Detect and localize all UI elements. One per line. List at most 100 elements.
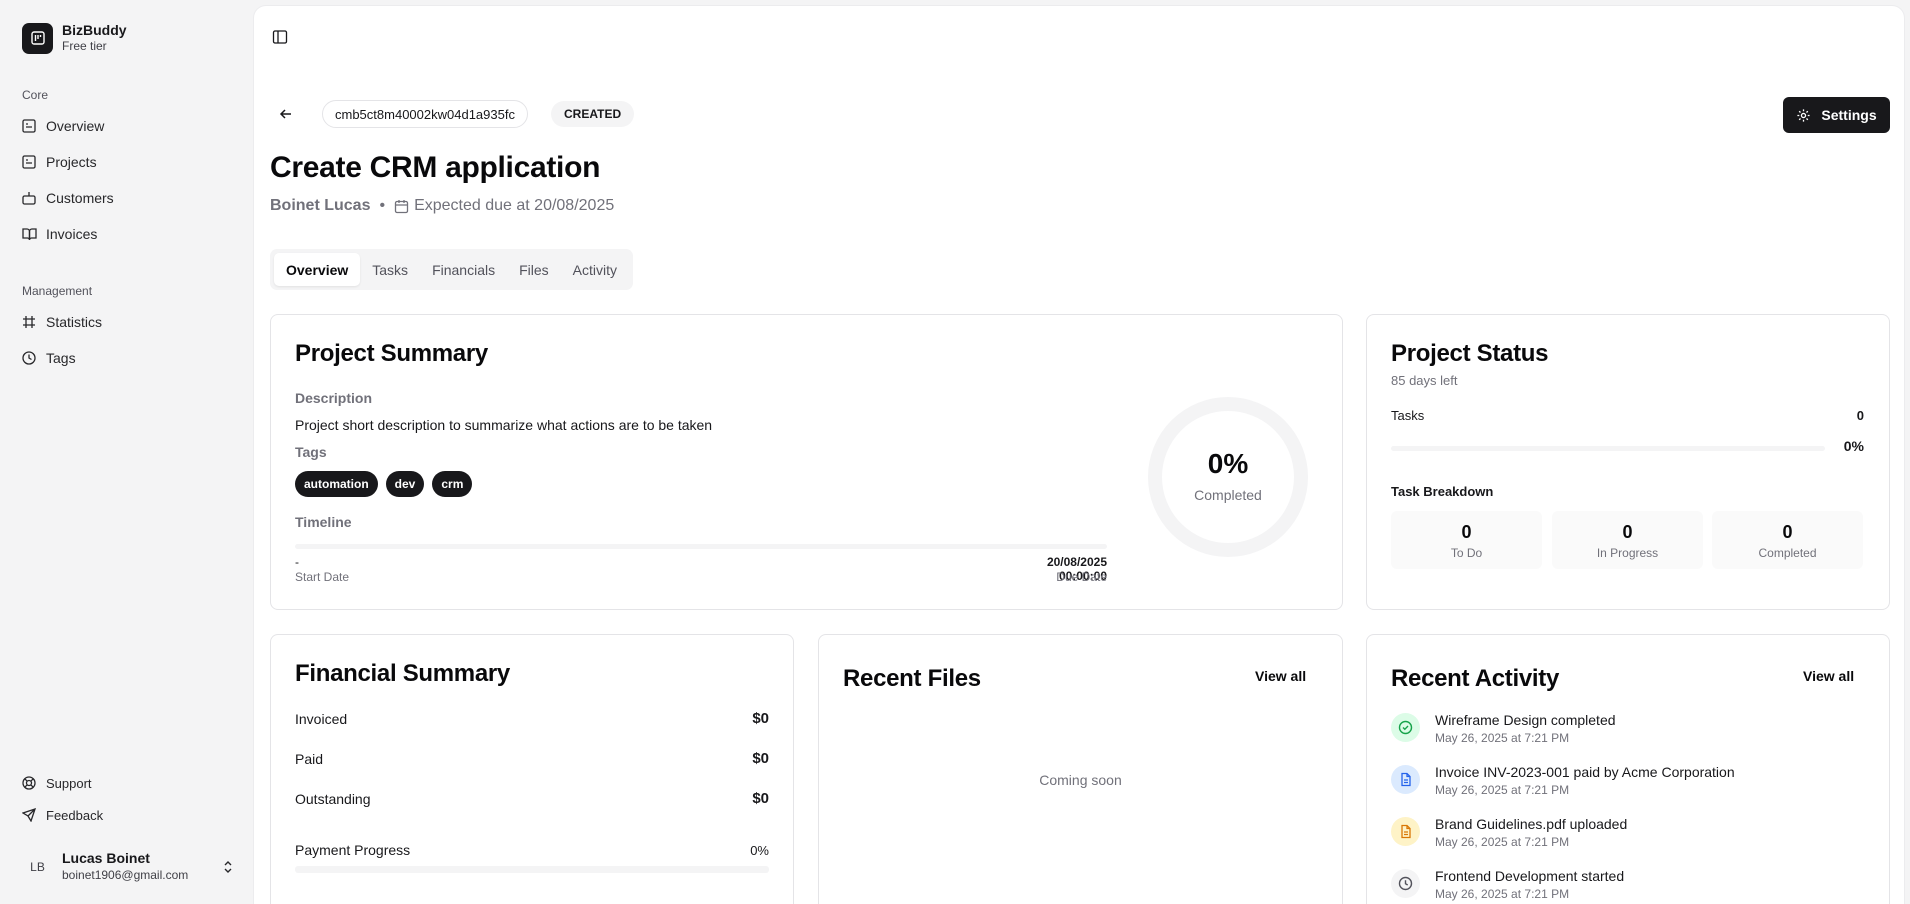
sidebar-item-label: Customers — [46, 190, 114, 206]
tags-icon — [22, 351, 37, 366]
document-icon — [1391, 765, 1420, 794]
project-status-title: Project Status — [1391, 340, 1549, 367]
tag-chip[interactable]: automation — [295, 471, 378, 497]
sidebar-item-label: Invoices — [46, 226, 98, 242]
tasks-percent: 0% — [1843, 438, 1864, 454]
breakdown-in-progress: 0 In Progress — [1552, 511, 1703, 569]
overview-icon — [22, 119, 37, 134]
settings-label: Settings — [1821, 107, 1877, 123]
financial-summary-title: Financial Summary — [295, 660, 510, 687]
financial-row-outstanding: Outstanding $0 — [295, 790, 769, 807]
financial-row-value: $0 — [752, 710, 769, 727]
breakdown-value: 0 — [1622, 521, 1633, 542]
tag-chip[interactable]: crm — [432, 471, 473, 497]
activity-title: Frontend Development started — [1435, 868, 1625, 884]
activity-item[interactable]: Brand Guidelines.pdf uploaded May 26, 20… — [1391, 816, 1627, 850]
brand-logo-icon — [22, 22, 53, 54]
financial-row-value: $0 — [752, 750, 769, 767]
tab-financials[interactable]: Financials — [420, 253, 507, 286]
activity-item[interactable]: Frontend Development started May 26, 202… — [1391, 868, 1624, 902]
tab-bar: Overview Tasks Financials Files Activity — [270, 249, 633, 290]
activity-time: May 26, 2025 at 7:21 PM — [1435, 835, 1570, 849]
recent-files-placeholder: Coming soon — [1039, 772, 1122, 788]
completion-caption: Completed — [1194, 487, 1262, 503]
completion-ring: 0% Completed — [1146, 395, 1310, 559]
activity-time: May 26, 2025 at 7:21 PM — [1435, 887, 1570, 901]
hash-icon — [22, 315, 37, 330]
breakdown-caption: To Do — [1450, 545, 1483, 560]
tab-overview[interactable]: Overview — [274, 253, 361, 286]
user-name: Lucas Boinet — [62, 850, 150, 866]
sidebar-item-overview[interactable]: Overview — [22, 114, 104, 138]
activity-title: Brand Guidelines.pdf uploaded — [1435, 816, 1628, 832]
project-summary-title: Project Summary — [295, 340, 488, 367]
activity-item[interactable]: Invoice INV-2023-001 paid by Acme Corpor… — [1391, 764, 1735, 798]
check-circle-icon — [1391, 713, 1420, 742]
tasks-label: Tasks — [1391, 408, 1425, 423]
sidebar-item-customers[interactable]: Customers — [22, 186, 114, 210]
nav-group-label-management: Management — [22, 284, 93, 298]
tag-list: automation dev crm — [295, 471, 480, 497]
sidebar-item-tags[interactable]: Tags — [22, 346, 76, 370]
tag-chip[interactable]: dev — [385, 471, 425, 497]
recent-activity-title: Recent Activity — [1391, 665, 1560, 692]
financial-row-label: Outstanding — [295, 790, 371, 807]
back-button[interactable] — [274, 102, 298, 126]
days-left: 85 days left — [1391, 373, 1458, 388]
activity-title: Wireframe Design completed — [1435, 712, 1616, 728]
breakdown-todo: 0 To Do — [1391, 511, 1542, 569]
file-icon — [1391, 817, 1420, 846]
user-menu[interactable]: LB Lucas Boinet boinet1906@gmail.com — [22, 850, 234, 883]
financial-row-label: Paid — [295, 750, 324, 767]
separator-dot: • — [379, 197, 386, 214]
project-id-badge[interactable]: cmb5ct8m40002kw04d1a935fc — [322, 100, 528, 128]
tab-activity[interactable]: Activity — [561, 253, 629, 286]
recent-files-title: Recent Files — [843, 665, 981, 692]
nav-group-label-core: Core — [22, 88, 49, 102]
user-email: boinet1906@gmail.com — [62, 868, 189, 882]
recent-files-view-all-button[interactable]: View all — [1255, 668, 1306, 684]
sidebar-item-statistics[interactable]: Statistics — [22, 310, 102, 334]
timeline-label: Timeline — [295, 514, 352, 530]
tab-tasks[interactable]: Tasks — [360, 253, 420, 286]
breakdown-caption: Completed — [1758, 545, 1817, 560]
settings-button[interactable]: Settings — [1783, 97, 1890, 133]
arrow-left-icon — [279, 107, 293, 121]
sidebar-item-invoices[interactable]: Invoices — [22, 222, 97, 246]
gear-icon — [1796, 108, 1811, 123]
start-date-value: - — [295, 555, 299, 569]
activity-title: Invoice INV-2023-001 paid by Acme Corpor… — [1435, 764, 1735, 780]
sidebar-item-label: Feedback — [46, 807, 104, 823]
tasks-count: 0 — [1856, 408, 1864, 423]
sidebar-item-projects[interactable]: Projects — [22, 150, 97, 174]
financial-row-value: $0 — [752, 790, 769, 807]
brand-tier: Free tier — [62, 39, 107, 53]
page-title: Create CRM application — [270, 151, 601, 184]
sidebar-item-label: Statistics — [46, 314, 103, 330]
project-meta: Boinet Lucas • Expected due at 20/08/202… — [270, 197, 614, 215]
brand-name: BizBuddy — [62, 22, 127, 38]
payment-progress-row: Payment Progress 0% — [295, 842, 769, 858]
clock-icon — [1391, 869, 1420, 898]
project-owner: Boinet Lucas — [270, 197, 371, 214]
sidebar-item-label: Support — [46, 775, 92, 791]
chevron-up-down-icon — [222, 859, 234, 875]
financial-row-invoiced: Invoiced $0 — [295, 710, 769, 727]
tasks-progress-bar — [1391, 446, 1825, 451]
sidebar-item-support[interactable]: Support — [22, 771, 92, 795]
activity-time: May 26, 2025 at 7:21 PM — [1435, 783, 1570, 797]
tab-files[interactable]: Files — [507, 253, 561, 286]
avatar: LB — [22, 851, 53, 882]
completion-percent: 0% — [1207, 448, 1249, 479]
tags-label: Tags — [295, 444, 327, 460]
task-breakdown-label: Task Breakdown — [1391, 484, 1494, 499]
description-label: Description — [295, 390, 373, 406]
breakdown-completed: 0 Completed — [1712, 511, 1863, 569]
brand-switcher[interactable]: BizBuddy Free tier — [22, 22, 127, 54]
recent-activity-view-all-button[interactable]: View all — [1803, 668, 1854, 684]
activity-item[interactable]: Wireframe Design completed May 26, 2025 … — [1391, 712, 1616, 746]
timeline-progress-bar — [295, 544, 1107, 549]
sidebar-toggle-icon[interactable] — [272, 29, 288, 45]
sidebar-item-label: Projects — [46, 154, 97, 170]
sidebar-item-feedback[interactable]: Feedback — [22, 803, 103, 827]
